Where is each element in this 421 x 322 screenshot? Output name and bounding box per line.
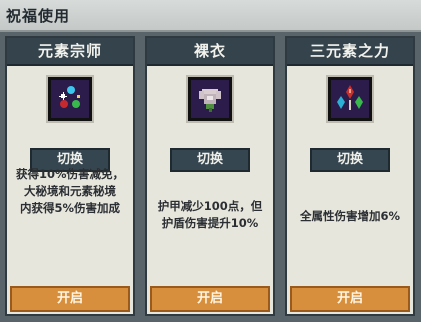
card-description: 护甲减少100点，但 护盾伤害提升10% (151, 198, 269, 232)
card-description: 全属性伤害增加6% (291, 208, 409, 225)
description-line: 全属性伤害增加6% (299, 209, 401, 223)
description-line: 护甲减少100点，但 (157, 199, 263, 213)
three-crystals-icon (328, 77, 372, 121)
description-line: 获得10%伤害减免， (15, 167, 125, 181)
card-title: 裸衣 (147, 38, 273, 66)
blessing-card-element-master: 元素宗师 切换 获得10%伤害减免， 大秘境和元素秘境 内获得5%伤害加成 开启 (5, 36, 135, 316)
description-line: 护盾伤害提升10% (161, 216, 259, 230)
description-line: 内获得5%伤害加成 (19, 201, 121, 215)
header-bar: 祝福使用 (0, 0, 421, 32)
activate-button[interactable]: 开启 (150, 286, 270, 312)
switch-button[interactable]: 切换 (310, 148, 390, 172)
switch-button[interactable]: 切换 (170, 148, 250, 172)
card-title: 三元素之力 (287, 38, 413, 66)
activate-button[interactable]: 开启 (290, 286, 410, 312)
description-line: 大秘境和元素秘境 (24, 184, 116, 198)
page-title: 祝福使用 (6, 7, 71, 25)
activate-button[interactable]: 开启 (10, 286, 130, 312)
blessing-card-bare-robe: 裸衣 切换 护甲减少100点，但 护盾伤害提升10% 开启 (145, 36, 275, 316)
bare-robe-icon (188, 77, 232, 121)
blessing-card-three-elements: 三元素之力 切换 全属性伤害增加6% 开启 (285, 36, 415, 316)
card-description: 获得10%伤害减免， 大秘境和元素秘境 内获得5%伤害加成 (11, 166, 129, 217)
element-orbs-icon (48, 77, 92, 121)
card-title: 元素宗师 (7, 38, 133, 66)
